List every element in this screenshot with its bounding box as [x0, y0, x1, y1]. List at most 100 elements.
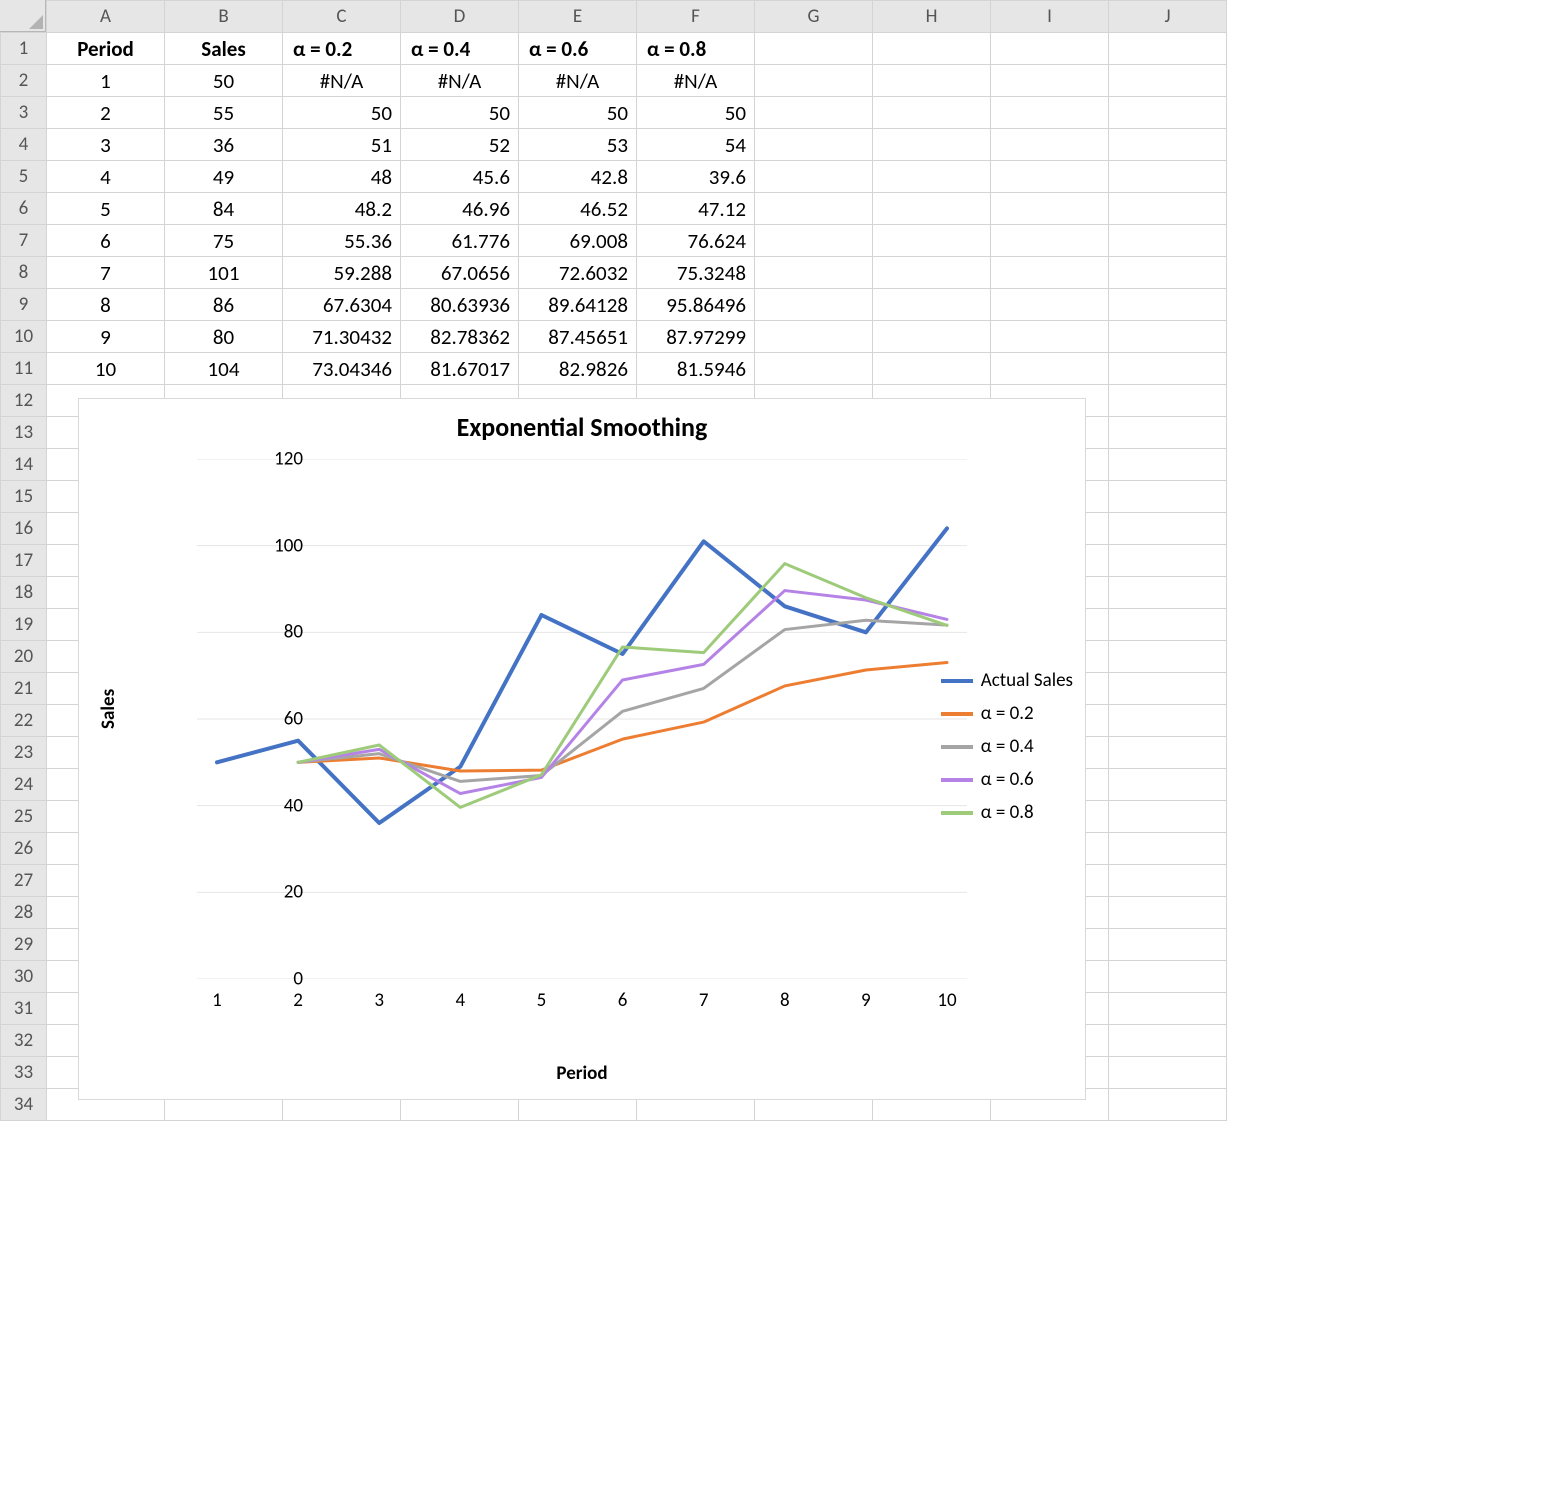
cell-F4[interactable]: 54 — [637, 129, 755, 161]
cell-C8[interactable]: 59.288 — [283, 257, 401, 289]
cell-J16[interactable] — [1109, 513, 1227, 545]
cell-H4[interactable] — [873, 129, 991, 161]
cell-D9[interactable]: 80.63936 — [401, 289, 519, 321]
row-header-25[interactable]: 25 — [1, 801, 47, 833]
cell-C3[interactable]: 50 — [283, 97, 401, 129]
row-header-9[interactable]: 9 — [1, 289, 47, 321]
cell-C9[interactable]: 67.6304 — [283, 289, 401, 321]
cell-J34[interactable] — [1109, 1089, 1227, 1121]
row-header-3[interactable]: 3 — [1, 97, 47, 129]
cell-I5[interactable] — [991, 161, 1109, 193]
row-header-24[interactable]: 24 — [1, 769, 47, 801]
cell-B1[interactable]: Sales — [165, 33, 283, 65]
cell-H2[interactable] — [873, 65, 991, 97]
cell-E6[interactable]: 46.52 — [519, 193, 637, 225]
cell-B5[interactable]: 49 — [165, 161, 283, 193]
cell-E9[interactable]: 89.64128 — [519, 289, 637, 321]
cell-J21[interactable] — [1109, 673, 1227, 705]
cell-E2[interactable]: #N/A — [519, 65, 637, 97]
cell-J27[interactable] — [1109, 865, 1227, 897]
cell-I2[interactable] — [991, 65, 1109, 97]
cell-J13[interactable] — [1109, 417, 1227, 449]
cell-D5[interactable]: 45.6 — [401, 161, 519, 193]
cell-J19[interactable] — [1109, 609, 1227, 641]
row-header-10[interactable]: 10 — [1, 321, 47, 353]
row-header-30[interactable]: 30 — [1, 961, 47, 993]
cell-E11[interactable]: 82.9826 — [519, 353, 637, 385]
cell-J2[interactable] — [1109, 65, 1227, 97]
cell-G7[interactable] — [755, 225, 873, 257]
cell-A8[interactable]: 7 — [47, 257, 165, 289]
cell-D8[interactable]: 67.0656 — [401, 257, 519, 289]
cell-E8[interactable]: 72.6032 — [519, 257, 637, 289]
cell-E1[interactable]: α = 0.6 — [519, 33, 637, 65]
column-header-J[interactable]: J — [1109, 1, 1227, 33]
row-header-11[interactable]: 11 — [1, 353, 47, 385]
cell-D3[interactable]: 50 — [401, 97, 519, 129]
row-header-21[interactable]: 21 — [1, 673, 47, 705]
cell-B7[interactable]: 75 — [165, 225, 283, 257]
cell-J20[interactable] — [1109, 641, 1227, 673]
cell-F3[interactable]: 50 — [637, 97, 755, 129]
cell-H6[interactable] — [873, 193, 991, 225]
cell-J4[interactable] — [1109, 129, 1227, 161]
cell-A3[interactable]: 2 — [47, 97, 165, 129]
cell-G3[interactable] — [755, 97, 873, 129]
row-header-4[interactable]: 4 — [1, 129, 47, 161]
cell-H9[interactable] — [873, 289, 991, 321]
column-header-D[interactable]: D — [401, 1, 519, 33]
column-header-C[interactable]: C — [283, 1, 401, 33]
cell-E3[interactable]: 50 — [519, 97, 637, 129]
row-header-23[interactable]: 23 — [1, 737, 47, 769]
row-header-6[interactable]: 6 — [1, 193, 47, 225]
cell-D11[interactable]: 81.67017 — [401, 353, 519, 385]
cell-I10[interactable] — [991, 321, 1109, 353]
row-header-14[interactable]: 14 — [1, 449, 47, 481]
cell-F8[interactable]: 75.3248 — [637, 257, 755, 289]
cell-H3[interactable] — [873, 97, 991, 129]
cell-D2[interactable]: #N/A — [401, 65, 519, 97]
cell-H10[interactable] — [873, 321, 991, 353]
cell-I9[interactable] — [991, 289, 1109, 321]
cell-J23[interactable] — [1109, 737, 1227, 769]
row-header-17[interactable]: 17 — [1, 545, 47, 577]
row-header-12[interactable]: 12 — [1, 385, 47, 417]
cell-H11[interactable] — [873, 353, 991, 385]
cell-I8[interactable] — [991, 257, 1109, 289]
column-header-A[interactable]: A — [47, 1, 165, 33]
row-header-18[interactable]: 18 — [1, 577, 47, 609]
cell-J8[interactable] — [1109, 257, 1227, 289]
cell-E10[interactable]: 87.45651 — [519, 321, 637, 353]
row-header-33[interactable]: 33 — [1, 1057, 47, 1089]
cell-J22[interactable] — [1109, 705, 1227, 737]
column-header-H[interactable]: H — [873, 1, 991, 33]
column-header-F[interactable]: F — [637, 1, 755, 33]
cell-A10[interactable]: 9 — [47, 321, 165, 353]
cell-J1[interactable] — [1109, 33, 1227, 65]
cell-J5[interactable] — [1109, 161, 1227, 193]
cell-I6[interactable] — [991, 193, 1109, 225]
cell-J17[interactable] — [1109, 545, 1227, 577]
cell-B3[interactable]: 55 — [165, 97, 283, 129]
cell-I3[interactable] — [991, 97, 1109, 129]
chart-container[interactable]: Exponential Smoothing Sales Period 02040… — [78, 398, 1086, 1100]
cell-J18[interactable] — [1109, 577, 1227, 609]
cell-J3[interactable] — [1109, 97, 1227, 129]
cell-J24[interactable] — [1109, 769, 1227, 801]
cell-G9[interactable] — [755, 289, 873, 321]
cell-B10[interactable]: 80 — [165, 321, 283, 353]
cell-J6[interactable] — [1109, 193, 1227, 225]
cell-H1[interactable] — [873, 33, 991, 65]
cell-F2[interactable]: #N/A — [637, 65, 755, 97]
cell-E4[interactable]: 53 — [519, 129, 637, 161]
cell-B8[interactable]: 101 — [165, 257, 283, 289]
cell-A9[interactable]: 8 — [47, 289, 165, 321]
cell-D4[interactable]: 52 — [401, 129, 519, 161]
cell-F11[interactable]: 81.5946 — [637, 353, 755, 385]
cell-A2[interactable]: 1 — [47, 65, 165, 97]
cell-D7[interactable]: 61.776 — [401, 225, 519, 257]
cell-A6[interactable]: 5 — [47, 193, 165, 225]
cell-B6[interactable]: 84 — [165, 193, 283, 225]
cell-F1[interactable]: α = 0.8 — [637, 33, 755, 65]
row-header-22[interactable]: 22 — [1, 705, 47, 737]
